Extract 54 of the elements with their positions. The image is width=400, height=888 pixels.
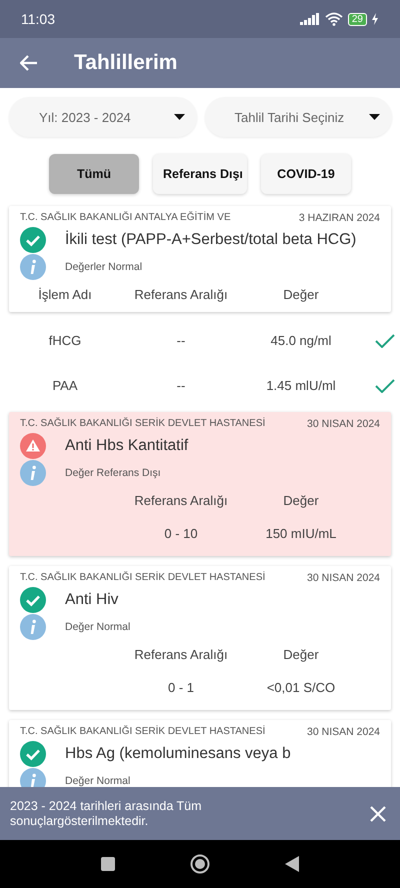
table-cell-text: 1.45 mlU/ml (265, 378, 337, 393)
result-date: 30 NISAN 2024 (307, 418, 380, 430)
charging-icon (372, 13, 378, 25)
column-header: Değer (282, 286, 320, 302)
home-icon[interactable] (190, 854, 210, 874)
status-note: Değerler Normal (65, 261, 142, 273)
dropdown-arrow-icon (369, 114, 380, 120)
status-time: 11:03 (21, 11, 55, 27)
column-header: Değer (282, 646, 320, 662)
table-cell-text: fHCG (48, 333, 82, 348)
snackbar-message: 2023 - 2024 tarihleri arasında Tüm sonuçlargösterilmektedir. (10, 798, 203, 828)
wifi-icon (324, 12, 343, 26)
battery-level: 29 (348, 12, 367, 26)
institution-name: T.C. SAĞLIK BAKANLIĞI ANTALYA EĞİTİM VE (20, 212, 231, 224)
filter-button[interactable]: Tümü (49, 154, 139, 194)
table-cell-text: -- (176, 333, 186, 348)
test-name: Anti Hiv (65, 591, 118, 609)
result-card[interactable]: T.C. SAĞLIK BAKANLIĞI SERİK DEVLET HASTANESİ 30 NISAN 2024 Anti Hbs Kantitatif Değer Referans Dışı Referans Aralığı Değer 0 - 10 150 mIU/mL (9, 412, 391, 556)
filter-button[interactable]: COVID-19 (261, 154, 351, 194)
table-cell-text: 45.0 ng/ml (270, 333, 332, 348)
table-cell-text: <0,01 S/CO (266, 680, 336, 694)
institution-name: T.C. SAĞLIK BAKANLIĞI SERİK DEVLET HASTANESİ (20, 572, 266, 584)
result-date: 30 NISAN 2024 (307, 572, 380, 584)
status-note: Değer Normal (65, 621, 130, 633)
back-nav-icon[interactable] (285, 856, 299, 872)
table-cell-text: 150 mIU/mL (264, 526, 338, 540)
column-header: İşlem Adı (37, 286, 93, 302)
table-cell-text: 0 - 1 (166, 680, 195, 694)
column-header: Değer (282, 492, 320, 508)
institution-name: T.C. SAĞLIK BAKANLIĞI SERİK DEVLET HASTANESİ (20, 418, 266, 430)
result-date: 30 NISAN 2024 (307, 726, 380, 738)
table-cell-text: -- (176, 378, 186, 393)
signal-icon (300, 13, 320, 25)
table-cell-text: 0 - 10 (163, 526, 199, 540)
result-card[interactable]: T.C. SAĞLIK BAKANLIĞI ANTALYA EĞİTİM VE 3 HAZIRAN 2024 İkili test (PAPP-A+Serbest/total beta HCG) Değerler Normal İşlem Adı Referans Aralığı Değer (9, 206, 391, 312)
column-header: Referans Aralığı (133, 286, 229, 302)
test-name: İkili test (PAPP-A+Serbest/total beta HCG) (65, 231, 356, 249)
status-note: Değer Normal (65, 775, 130, 787)
column-header: Referans Aralığı (133, 646, 229, 662)
test-name: Hbs Ag (kemoluminesans veya b (65, 745, 291, 763)
test-name: Anti Hbs Kantitatif (65, 437, 188, 455)
filter-button[interactable]: Referans Dışı (153, 154, 247, 194)
back-button[interactable] (20, 55, 38, 71)
result-date: 3 HAZIRAN 2024 (298, 212, 380, 224)
dropdown-arrow-icon (174, 114, 184, 120)
column-header: Referans Aralığı (133, 492, 229, 508)
result-card[interactable]: T.C. SAĞLIK BAKANLIĞI SERİK DEVLET HASTANESİ 30 NISAN 2024 Anti Hiv Değer Normal Referans Aralığı Değer 0 - 1 <0,01 S/CO (9, 566, 391, 710)
close-button[interactable] (370, 806, 386, 822)
status-note: Değer Referans Dışı (65, 467, 161, 479)
table-cell-text: PAA (51, 378, 79, 393)
screen-title: Tahlillerim (74, 51, 178, 75)
institution-name: T.C. SAĞLIK BAKANLIĞI SERİK DEVLET HASTANESİ (20, 726, 266, 738)
dropdown[interactable]: Tahlil Tarihi Seçiniz (204, 97, 392, 137)
dropdown[interactable]: Yıl: 2023 - 2024 (9, 97, 196, 137)
